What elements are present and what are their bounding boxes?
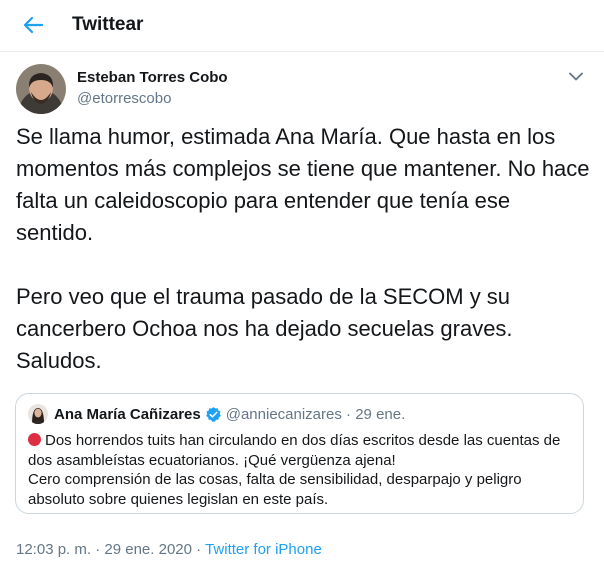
author-avatar[interactable] (16, 64, 66, 114)
quoted-author-avatar (28, 404, 48, 424)
arrow-left-icon (23, 16, 43, 34)
chevron-down-icon (569, 72, 583, 80)
tweet-metadata: 12:03 p. m. · 29 ene. 2020 · Twitter for… (16, 541, 322, 558)
quoted-tweet-card[interactable]: Ana María Cañizares @anniecanizares · 29… (15, 393, 584, 514)
quoted-line: Cero comprensión de las cosas, falta de … (28, 471, 522, 508)
more-options-button[interactable] (566, 68, 586, 84)
author-handle[interactable]: @etorrescobo (77, 90, 171, 107)
quoted-tweet-text: Dos horrendos tuits han circulando en do… (28, 431, 576, 509)
tweet-time[interactable]: 12:03 p. m. (16, 541, 91, 558)
verified-badge-icon (205, 406, 222, 423)
quoted-tweet-header: Ana María Cañizares @anniecanizares · 29… (28, 404, 405, 424)
back-button[interactable] (18, 10, 48, 40)
tweet-paragraph: Se llama humor, estimada Ana María. Que … (16, 124, 590, 245)
quoted-line-text: Dos horrendos tuits han circulando en do… (28, 432, 561, 469)
tweet-paragraph: Pero veo que el trauma pasado de la SECO… (16, 284, 513, 373)
tweet-date[interactable]: 29 ene. 2020 (104, 541, 192, 558)
red-circle-icon (28, 433, 41, 446)
tweet-text: Se llama humor, estimada Ana María. Que … (16, 121, 590, 377)
separator-dot: · (346, 405, 352, 423)
top-bar: Twittear (0, 0, 604, 52)
quoted-separator: · (342, 406, 355, 423)
meta-separator: · (196, 541, 202, 558)
page-title: Twittear (72, 14, 144, 35)
quoted-date: 29 ene. (355, 405, 406, 423)
author-photo (16, 64, 66, 114)
quoted-author-name: Ana María Cañizares (54, 405, 201, 423)
quoted-line: Dos horrendos tuits han circulando en do… (28, 431, 576, 470)
meta-separator: · (95, 541, 101, 558)
author-name[interactable]: Esteban Torres Cobo (77, 69, 228, 86)
source-link[interactable]: Twitter for iPhone (205, 541, 322, 558)
quoted-author-handle: @anniecanizares (225, 405, 342, 423)
